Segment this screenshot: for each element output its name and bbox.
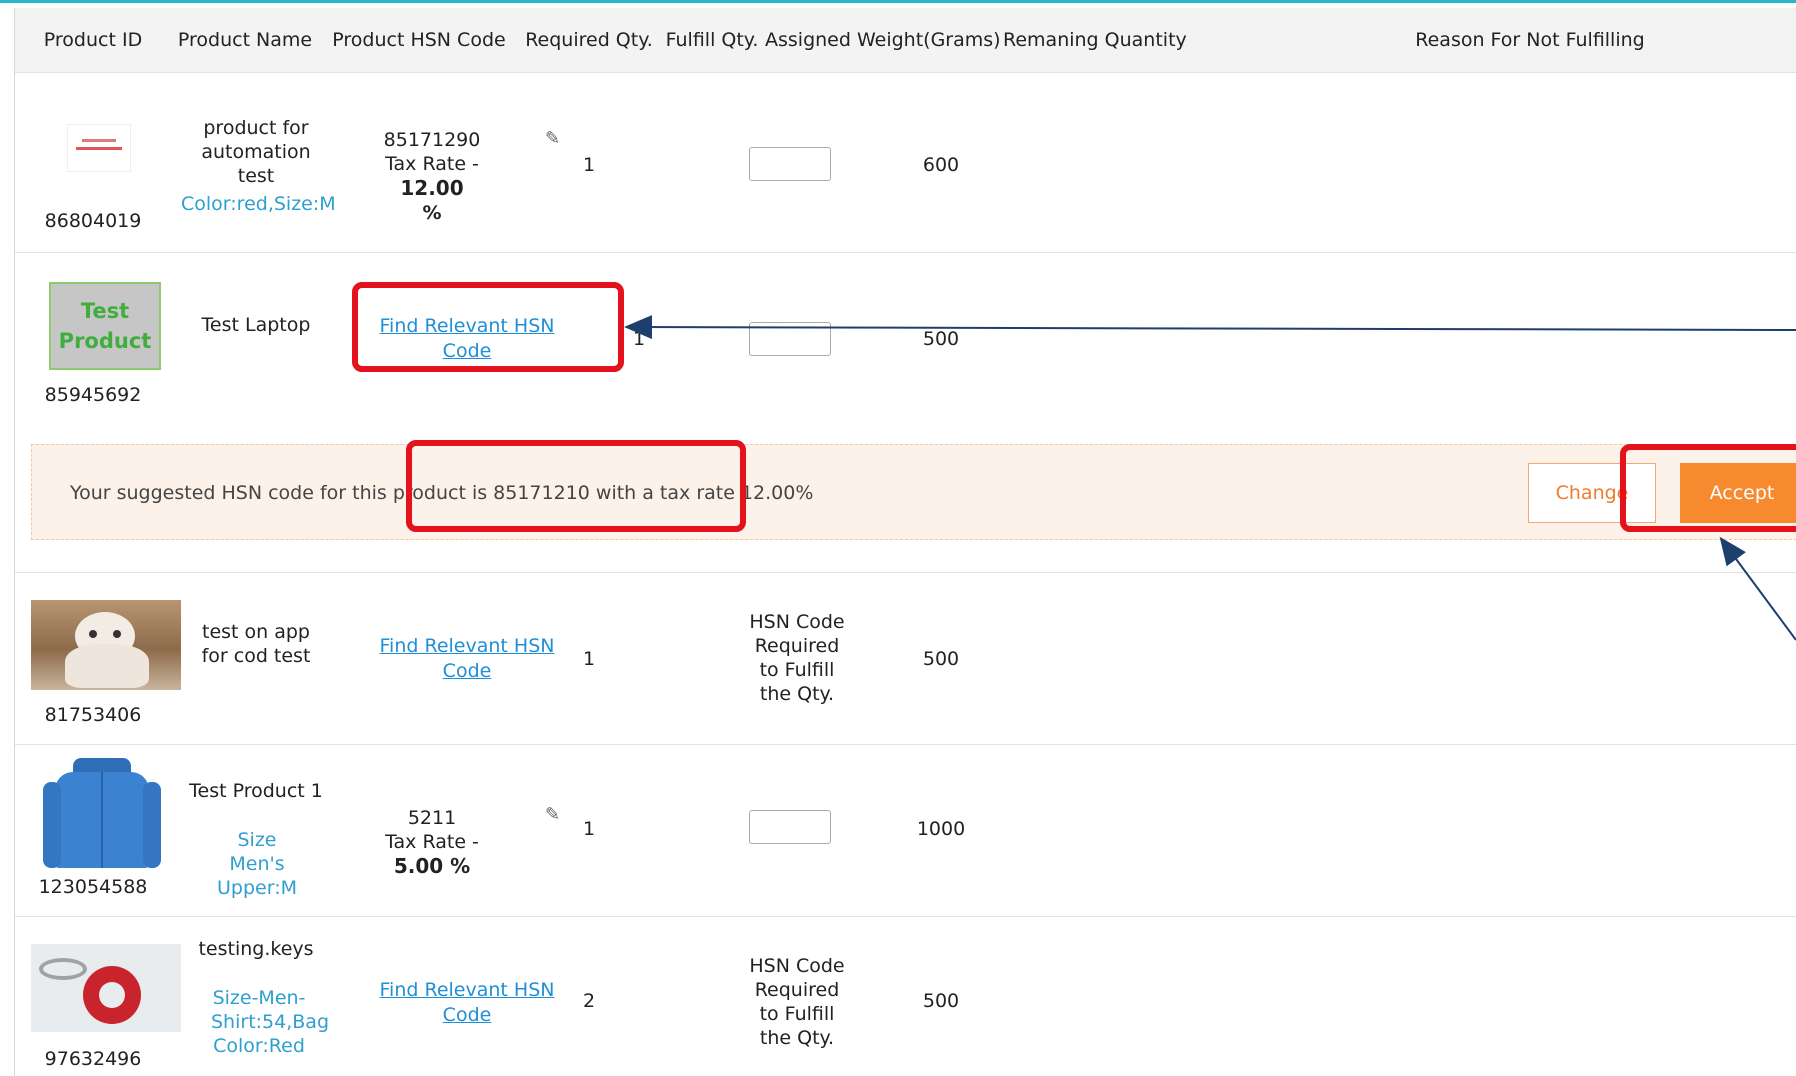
pencil-icon[interactable]: ✎ <box>545 128 560 149</box>
product-variant: Color:red,Size:M <box>181 193 336 215</box>
product-id: 85945692 <box>44 384 142 406</box>
tax-rate-value: 12.00 <box>400 176 464 200</box>
col-assigned-weight: Assigned Weight(Grams) <box>765 29 1001 51</box>
product-name: testing.keys <box>198 938 314 960</box>
hsn-code-block: 85171290 Tax Rate - 12.00 % <box>367 128 497 225</box>
product-variant: Size Men's Upper:M <box>217 829 297 899</box>
product-thumbnail <box>67 124 131 172</box>
product-id: 123054588 <box>38 876 148 898</box>
top-accent-line <box>0 0 1796 3</box>
assigned-weight: 500 <box>922 990 960 1012</box>
assigned-weight: 500 <box>922 648 960 670</box>
product-thumbnail <box>31 600 181 690</box>
table-row: 123054588 Test Product 1 Size Men's Uppe… <box>15 744 1796 917</box>
assigned-weight: 600 <box>922 154 960 176</box>
required-qty: 2 <box>582 990 596 1012</box>
col-reason: Reason For Not Fulfilling <box>1415 29 1645 51</box>
tax-rate-percent: % <box>422 202 442 224</box>
product-thumbnail: Test Product <box>49 282 161 370</box>
table-row: 86804019 product for automation test Col… <box>15 72 1796 253</box>
product-name: product for automation test <box>201 117 311 187</box>
fulfill-qty-input[interactable] <box>749 147 831 181</box>
hsn-suggestion-banner: Your suggested HSN code for this product… <box>31 444 1796 540</box>
fulfillment-table: Product ID Product Name Product HSN Code… <box>14 8 1796 1076</box>
hsn-code-block: 5211 Tax Rate - 5.00 % <box>359 806 505 879</box>
product-name: test on app for cod test <box>201 621 311 667</box>
table-row: 81753406 test on app for cod test Find R… <box>15 572 1796 745</box>
assigned-weight: 1000 <box>916 818 966 840</box>
product-id: 86804019 <box>44 210 142 232</box>
fulfill-qty-input[interactable] <box>749 810 831 844</box>
tax-rate-label: Tax Rate - <box>385 153 479 175</box>
annotation-box-accept <box>1620 444 1796 532</box>
tax-rate: Tax Rate - 5.00 % <box>359 830 505 879</box>
table-row: Test Product 85945692 Test Laptop Find R… <box>15 252 1796 573</box>
col-hsn-code: Product HSN Code <box>332 29 506 51</box>
thumbnail-text: Test Product <box>58 299 152 353</box>
required-qty: 1 <box>582 818 596 840</box>
tax-rate: Tax Rate - 12.00 <box>367 152 497 201</box>
product-thumbnail <box>43 758 161 870</box>
product-name: Test Laptop <box>201 314 311 336</box>
fulfill-required-note: HSN Code Required to Fulfill the Qty. <box>749 611 845 705</box>
table-header: Product ID Product Name Product HSN Code… <box>15 8 1796 73</box>
product-id: 97632496 <box>44 1048 142 1070</box>
fulfill-required-note: HSN Code Required to Fulfill the Qty. <box>749 955 845 1049</box>
product-name: Test Product 1 <box>189 780 323 802</box>
hsn-code-value: 5211 <box>407 807 457 829</box>
hsn-code-value: 85171290 <box>383 129 481 151</box>
col-fulfill-qty: Fulfill Qty. <box>665 29 759 51</box>
required-qty: 1 <box>632 328 646 350</box>
col-product-id: Product ID <box>43 29 143 51</box>
table-row: 97632496 testing.keys Size-Men-Shirt:54,… <box>15 916 1796 1076</box>
fulfill-qty-input[interactable] <box>749 322 831 356</box>
col-remaining-qty: Remaning Quantity <box>1003 29 1187 51</box>
assigned-weight: 500 <box>922 328 960 350</box>
required-qty: 1 <box>582 648 596 670</box>
product-variant: Size-Men-Shirt:54,Bag Color:Red <box>211 987 329 1057</box>
required-qty: 1 <box>582 154 596 176</box>
annotation-box-find-hsn <box>352 282 624 372</box>
tax-rate-value: 5.00 % <box>393 854 471 878</box>
product-id: 81753406 <box>44 704 142 726</box>
col-product-name: Product Name <box>177 29 313 51</box>
annotation-box-suggested-code <box>406 440 746 532</box>
tax-rate-label: Tax Rate - <box>385 831 479 853</box>
product-thumbnail <box>31 944 181 1032</box>
col-required-qty: Required Qty. <box>525 29 653 51</box>
